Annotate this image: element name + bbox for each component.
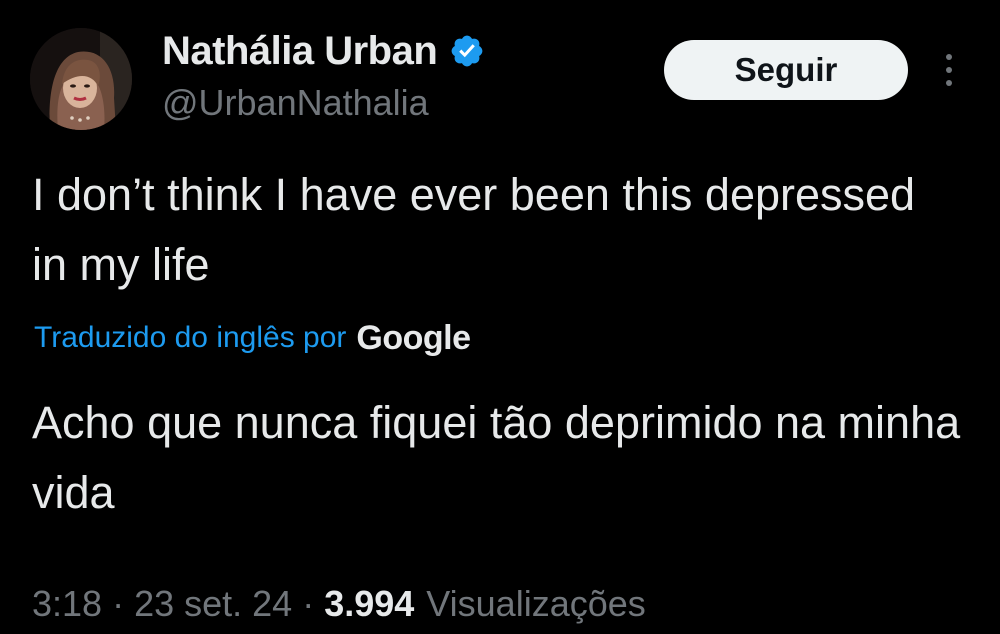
follow-button[interactable]: Seguir — [664, 40, 908, 100]
more-dot — [946, 67, 952, 73]
translated-by-link[interactable]: Traduzido do inglês por — [34, 321, 346, 355]
author-display-name[interactable]: Nathália Urban — [162, 29, 438, 74]
meta-separator: · — [302, 583, 315, 624]
tweet-card: Nathália Urban @UrbanNathalia Seguir I d… — [0, 0, 1000, 634]
avatar[interactable] — [30, 28, 132, 130]
tweet-text: I don’t think I have ever been this depr… — [32, 169, 916, 290]
tweet-date[interactable]: 23 set. 24 — [134, 583, 292, 625]
more-dot — [946, 54, 952, 60]
tweet-meta: 3:18 · 23 set. 24 · 3.994 Visualizações — [32, 578, 646, 630]
more-dot — [946, 80, 952, 86]
views-count[interactable]: 3.994 — [324, 583, 414, 625]
translated-tweet-text: Acho que nunca fiquei tão deprimido na m… — [32, 397, 961, 518]
author-name-row: Nathália Urban — [162, 26, 485, 76]
translation-attribution: Traduzido do inglês por Google — [34, 316, 471, 360]
google-logo: Google — [356, 318, 471, 357]
views-label[interactable]: Visualizações — [426, 583, 645, 625]
avatar-photo — [30, 28, 132, 130]
meta-separator: · — [112, 583, 125, 624]
more-vertical-icon[interactable] — [934, 50, 964, 90]
author-handle[interactable]: @UrbanNathalia — [162, 82, 429, 124]
tweet-time[interactable]: 3:18 — [32, 583, 102, 625]
verified-badge-icon — [451, 35, 483, 67]
